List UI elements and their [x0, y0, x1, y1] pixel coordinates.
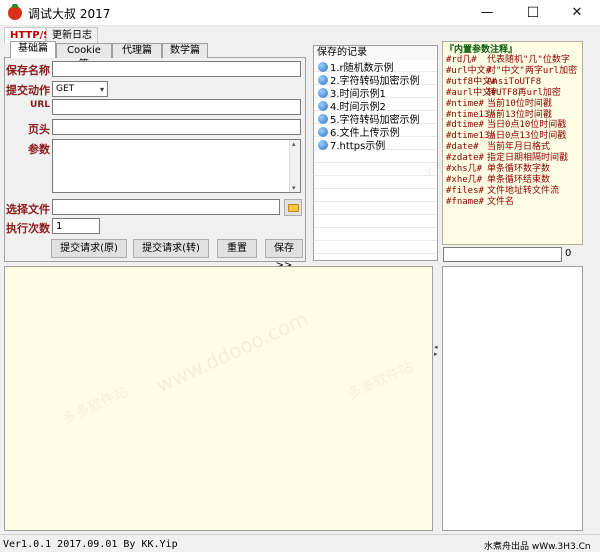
param-help-line: #fname# 文件名 [446, 197, 514, 207]
param-desc: 指定日期相隔时间戳 [487, 153, 569, 164]
param-help-line: #url中文#对"中文"两字url加密 [446, 66, 577, 76]
save-name-input[interactable] [52, 61, 301, 77]
url-input[interactable] [52, 99, 301, 115]
param-help-line: #rd几# 代表随机"几"位数字 [446, 55, 570, 65]
close-button[interactable]: ✕ [554, 0, 600, 26]
record-icon [318, 88, 328, 98]
version-text: Ver1.0.1 2017.09.01 By KK.Yip [3, 539, 178, 550]
param-help-line: #xhs几# 单条循环数字数 [446, 164, 550, 174]
record-icon [318, 62, 328, 72]
app-logo-icon [8, 4, 22, 20]
record-icon [318, 114, 328, 124]
param-key: #fname# [446, 196, 484, 207]
param-desc: 转UTF8再url加密 [487, 87, 561, 98]
maximize-button[interactable]: ☐ [510, 0, 556, 26]
url-label: URL [30, 100, 50, 110]
list-item[interactable]: 1.r随机数示例 [318, 62, 394, 75]
param-desc: 当前13位时间戳 [487, 109, 552, 120]
splitter-arrows-icon[interactable]: ◂ ▸ [434, 344, 441, 358]
method-label: 提交动作 [6, 84, 50, 97]
list-item[interactable]: 3.时间示例1 [318, 88, 386, 101]
list-item[interactable]: 7.https示例 [318, 140, 385, 153]
secondary-output[interactable] [442, 266, 583, 531]
scroll-down-icon: ▾ [292, 184, 296, 192]
params-label: 参数 [28, 143, 50, 156]
count-input[interactable]: 1 [52, 218, 100, 234]
param-desc: 文件名 [487, 196, 515, 207]
window-title: 调试大叔 2017 [28, 7, 111, 21]
record-icon [318, 140, 328, 150]
tab-math[interactable]: 数学篇 [162, 43, 208, 58]
param-desc: 文件地址转文件流 [487, 185, 560, 196]
scroll-up-icon: ▴ [292, 140, 296, 148]
credit-text: 水煮舟出品 wWw.3H3.Cn [484, 542, 591, 552]
param-key: #aurl中文# [446, 87, 497, 98]
param-key: #ntime# [446, 98, 484, 109]
save-name-label: 保存名称 [6, 64, 50, 77]
count-label: 执行次数 [6, 222, 50, 235]
param-help-line: #ntime13#当前13位时间戳 [446, 110, 552, 120]
param-help-line: #files# 文件地址转文件流 [446, 186, 559, 196]
counter-label: 0 [565, 248, 572, 259]
save-button[interactable]: 保存>> [265, 239, 303, 271]
params-help-title: 『内置参数注释』 [445, 45, 518, 55]
tab-basic[interactable]: 基础篇 [10, 41, 56, 58]
params-help-panel: 『内置参数注释』 #rd几# 代表随机"几"位数字 #url中文#对"中文"两字ur… [442, 41, 583, 245]
saved-records-title: 保存的记录 [314, 46, 437, 60]
param-help-line: #aurl中文#转UTF8再url加密 [446, 88, 561, 98]
method-select[interactable]: GET ▾ [52, 81, 108, 97]
params-scrollbar[interactable]: ▴ ▾ [289, 140, 300, 192]
list-item[interactable]: 2.字符转码加密示例 [318, 75, 420, 88]
list-item[interactable]: 6.文件上传示例 [318, 127, 400, 140]
param-key: #ntime13# [446, 109, 495, 120]
tab-cookie[interactable]: Cookie篇 [56, 43, 112, 70]
params-textarea[interactable] [52, 139, 301, 193]
record-icon [318, 101, 328, 111]
header-label: 页头 [28, 123, 50, 136]
param-desc: AnsiToUTF8 [487, 76, 542, 87]
saved-records-list[interactable]: 保存的记录 1.r随机数示例 2.字符转码加密示例 3.时间示例1 4.时间示例… [313, 45, 438, 261]
chevron-down-icon: ▾ [99, 85, 104, 94]
list-item[interactable]: 4.时间示例2 [318, 101, 386, 114]
param-desc: 单条循环结束数 [487, 174, 551, 185]
file-label: 选择文件 [6, 203, 50, 216]
param-help-line: #utf8中文#AnsiToUTF8 [446, 77, 541, 87]
param-help-line: #ntime# 当前10位时间戳 [446, 99, 552, 109]
param-key: #xhe几# [446, 174, 483, 185]
tab-proxy[interactable]: 代理篇 [112, 43, 162, 58]
submit-raw-button[interactable]: 提交请求(原) [51, 239, 127, 258]
param-desc: 当前10位时间戳 [487, 98, 552, 109]
method-value: GET [56, 84, 75, 94]
param-help-line: #xhe几# 单条循环结束数 [446, 175, 550, 185]
param-key: #rd几# [446, 55, 477, 65]
param-key: #url中文# [446, 65, 492, 76]
param-key: #files# [446, 185, 484, 196]
counter-input[interactable] [443, 247, 562, 262]
param-desc: 单条循环数字数 [487, 164, 551, 174]
file-input[interactable] [52, 199, 280, 215]
browse-folder-button[interactable] [284, 199, 302, 216]
folder-icon [288, 204, 299, 212]
param-desc: 对"中文"两字url加密 [487, 65, 578, 76]
reset-button[interactable]: 重置 [217, 239, 257, 258]
submit-converted-button[interactable]: 提交请求(转) [133, 239, 209, 258]
header-input[interactable] [52, 119, 301, 135]
record-icon [318, 127, 328, 137]
param-key: #dtime# [446, 120, 484, 131]
record-icon [318, 75, 328, 85]
param-desc: 代表随机"几"位数字 [487, 55, 570, 65]
minimize-button[interactable]: — [464, 0, 510, 26]
response-output[interactable] [4, 266, 433, 531]
param-key: #utf8中文# [446, 76, 497, 87]
list-item[interactable]: 5.字符转码加密示例 [318, 114, 420, 127]
